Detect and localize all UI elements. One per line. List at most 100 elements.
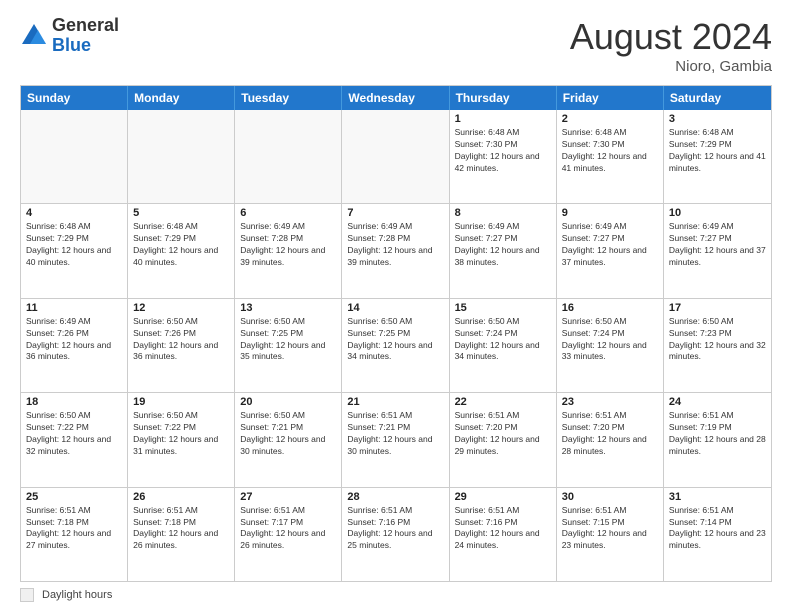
day-number: 28 (347, 491, 443, 503)
calendar-body: 1 Sunrise: 6:48 AMSunset: 7:30 PMDaylight… (21, 110, 771, 581)
day-number: 8 (455, 207, 551, 219)
footer: Daylight hours (20, 588, 772, 602)
cal-cell: 15 Sunrise: 6:50 AMSunset: 7:24 PMDayligh… (450, 299, 557, 392)
day-info: Sunrise: 6:49 AMSunset: 7:27 PMDaylight:… (455, 221, 551, 269)
legend-label: Daylight hours (42, 589, 112, 601)
day-number: 2 (562, 113, 658, 125)
day-info: Sunrise: 6:51 AMSunset: 7:20 PMDaylight:… (562, 410, 658, 458)
cal-cell: 7Sunrise: 6:49 AMSunset: 7:28 PMDaylight… (342, 204, 449, 297)
day-info: Sunrise: 6:50 AMSunset: 7:21 PMDaylight:… (240, 410, 336, 458)
day-info: Sunrise: 6:50 AMSunset: 7:25 PMDaylight:… (347, 316, 443, 364)
day-info: Sunrise: 6:50 AMSunset: 7:24 PMDaylight:… (562, 316, 658, 364)
day-number: 7 (347, 207, 443, 219)
calendar: SundayMondayTuesdayWednesdayThursdayFrid… (20, 85, 772, 582)
day-info: Sunrise: 6:51 AMSunset: 7:15 PMDaylight:… (562, 505, 658, 553)
day-info: Sunrise: 6:51 AMSunset: 7:18 PMDaylight:… (133, 505, 229, 553)
day-number: 4 (26, 207, 122, 219)
cal-cell (128, 110, 235, 203)
logo: General Blue (20, 16, 119, 56)
day-info: Sunrise: 6:51 AMSunset: 7:14 PMDaylight:… (669, 505, 766, 553)
day-number: 13 (240, 302, 336, 314)
day-number: 17 (669, 302, 766, 314)
day-info: Sunrise: 6:48 AMSunset: 7:29 PMDaylight:… (669, 127, 766, 175)
cal-header-day: Friday (557, 86, 664, 110)
cal-cell: 2 Sunrise: 6:48 AMSunset: 7:30 PMDaylight… (557, 110, 664, 203)
day-number: 27 (240, 491, 336, 503)
cal-cell: 28Sunrise: 6:51 AMSunset: 7:16 PMDayligh… (342, 488, 449, 581)
cal-cell: 13 Sunrise: 6:50 AMSunset: 7:25 PMDayligh… (235, 299, 342, 392)
cal-header-day: Tuesday (235, 86, 342, 110)
day-number: 22 (455, 396, 551, 408)
cal-cell: 24 Sunrise: 6:51 AMSunset: 7:19 PMDayligh… (664, 393, 771, 486)
cal-cell: 17 Sunrise: 6:50 AMSunset: 7:23 PMDayligh… (664, 299, 771, 392)
title-block: August 2024 Nioro, Gambia (570, 16, 772, 75)
cal-header-day: Saturday (664, 86, 771, 110)
logo-blue: Blue (52, 35, 91, 55)
cal-cell: 1 Sunrise: 6:48 AMSunset: 7:30 PMDaylight… (450, 110, 557, 203)
cal-cell: 19Sunrise: 6:50 AMSunset: 7:22 PMDayligh… (128, 393, 235, 486)
cal-header-day: Thursday (450, 86, 557, 110)
cal-row: 1 Sunrise: 6:48 AMSunset: 7:30 PMDaylight… (21, 110, 771, 203)
legend-box (20, 588, 34, 602)
day-info: Sunrise: 6:50 AMSunset: 7:25 PMDaylight:… (240, 316, 336, 364)
cal-cell (235, 110, 342, 203)
cal-cell: 10Sunrise: 6:49 AMSunset: 7:27 PMDayligh… (664, 204, 771, 297)
cal-cell: 11Sunrise: 6:49 AMSunset: 7:26 PMDayligh… (21, 299, 128, 392)
day-number: 11 (26, 302, 122, 314)
cal-cell: 8 Sunrise: 6:49 AMSunset: 7:27 PMDaylight… (450, 204, 557, 297)
day-number: 23 (562, 396, 658, 408)
day-number: 6 (240, 207, 336, 219)
day-info: Sunrise: 6:49 AMSunset: 7:27 PMDaylight:… (562, 221, 658, 269)
day-number: 15 (455, 302, 551, 314)
day-info: Sunrise: 6:51 AMSunset: 7:16 PMDaylight:… (455, 505, 551, 553)
header: General Blue August 2024 Nioro, Gambia (20, 16, 772, 75)
cal-cell (21, 110, 128, 203)
cal-cell: 3 Sunrise: 6:48 AMSunset: 7:29 PMDaylight… (664, 110, 771, 203)
day-info: Sunrise: 6:48 AMSunset: 7:29 PMDaylight:… (26, 221, 122, 269)
cal-header-day: Monday (128, 86, 235, 110)
cal-cell: 20Sunrise: 6:50 AMSunset: 7:21 PMDayligh… (235, 393, 342, 486)
day-number: 29 (455, 491, 551, 503)
day-number: 24 (669, 396, 766, 408)
day-number: 26 (133, 491, 229, 503)
day-number: 16 (562, 302, 658, 314)
day-info: Sunrise: 6:50 AMSunset: 7:23 PMDaylight:… (669, 316, 766, 364)
cal-row: 18 Sunrise: 6:50 AMSunset: 7:22 PMDayligh… (21, 392, 771, 486)
cal-cell: 5Sunrise: 6:48 AMSunset: 7:29 PMDaylight… (128, 204, 235, 297)
day-number: 12 (133, 302, 229, 314)
day-number: 3 (669, 113, 766, 125)
day-number: 1 (455, 113, 551, 125)
cal-cell: 31 Sunrise: 6:51 AMSunset: 7:14 PMDayligh… (664, 488, 771, 581)
calendar-header: SundayMondayTuesdayWednesdayThursdayFrid… (21, 86, 771, 110)
day-info: Sunrise: 6:50 AMSunset: 7:24 PMDaylight:… (455, 316, 551, 364)
day-number: 9 (562, 207, 658, 219)
day-number: 10 (669, 207, 766, 219)
cal-cell (342, 110, 449, 203)
cal-cell: 22 Sunrise: 6:51 AMSunset: 7:20 PMDayligh… (450, 393, 557, 486)
day-number: 31 (669, 491, 766, 503)
cal-cell: 16 Sunrise: 6:50 AMSunset: 7:24 PMDayligh… (557, 299, 664, 392)
day-number: 25 (26, 491, 122, 503)
cal-cell: 14Sunrise: 6:50 AMSunset: 7:25 PMDayligh… (342, 299, 449, 392)
day-info: Sunrise: 6:51 AMSunset: 7:17 PMDaylight:… (240, 505, 336, 553)
day-info: Sunrise: 6:50 AMSunset: 7:22 PMDaylight:… (133, 410, 229, 458)
cal-row: 11Sunrise: 6:49 AMSunset: 7:26 PMDayligh… (21, 298, 771, 392)
day-info: Sunrise: 6:51 AMSunset: 7:20 PMDaylight:… (455, 410, 551, 458)
day-info: Sunrise: 6:48 AMSunset: 7:30 PMDaylight:… (455, 127, 551, 175)
location: Nioro, Gambia (570, 58, 772, 75)
day-number: 21 (347, 396, 443, 408)
day-number: 18 (26, 396, 122, 408)
day-info: Sunrise: 6:48 AMSunset: 7:30 PMDaylight:… (562, 127, 658, 175)
day-info: Sunrise: 6:50 AMSunset: 7:26 PMDaylight:… (133, 316, 229, 364)
day-info: Sunrise: 6:51 AMSunset: 7:19 PMDaylight:… (669, 410, 766, 458)
cal-cell: 4 Sunrise: 6:48 AMSunset: 7:29 PMDaylight… (21, 204, 128, 297)
day-info: Sunrise: 6:48 AMSunset: 7:29 PMDaylight:… (133, 221, 229, 269)
cal-row: 25 Sunrise: 6:51 AMSunset: 7:18 PMDayligh… (21, 487, 771, 581)
cal-row: 4 Sunrise: 6:48 AMSunset: 7:29 PMDaylight… (21, 203, 771, 297)
cal-cell: 26 Sunrise: 6:51 AMSunset: 7:18 PMDayligh… (128, 488, 235, 581)
cal-cell: 21Sunrise: 6:51 AMSunset: 7:21 PMDayligh… (342, 393, 449, 486)
day-number: 30 (562, 491, 658, 503)
cal-cell: 18Sunrise: 6:50 AMSunset: 7:22 PMDayligh… (21, 393, 128, 486)
cal-cell: 12 Sunrise: 6:50 AMSunset: 7:26 PMDayligh… (128, 299, 235, 392)
cal-cell: 30 Sunrise: 6:51 AMSunset: 7:15 PMDayligh… (557, 488, 664, 581)
